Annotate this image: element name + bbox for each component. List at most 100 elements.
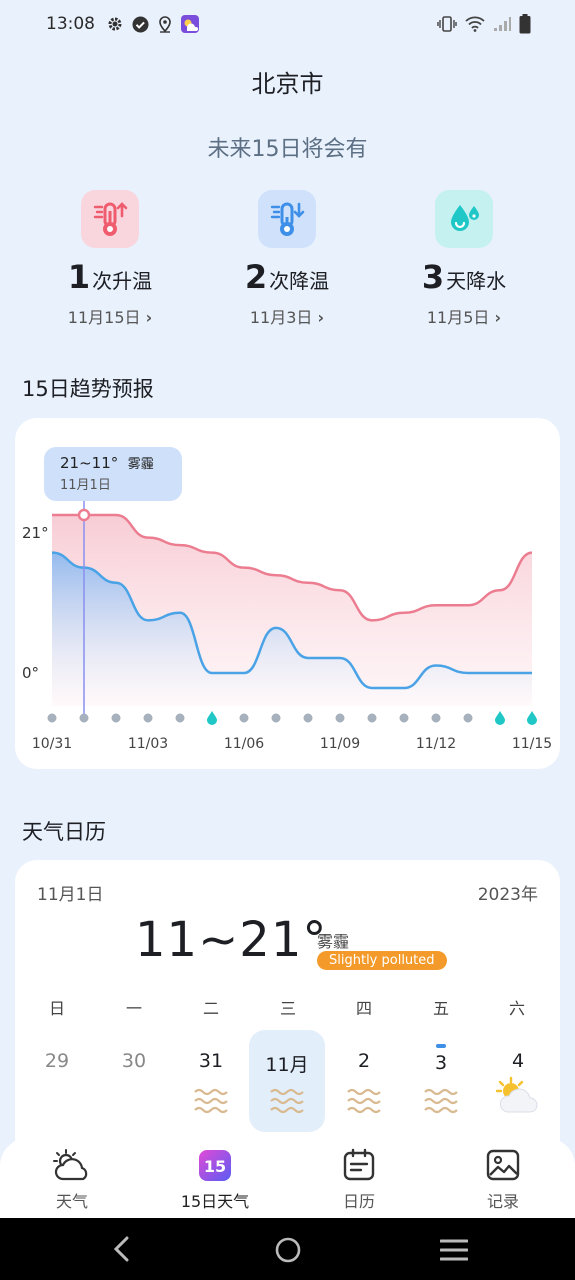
menu-icon[interactable] (440, 1238, 468, 1262)
haze-icon (270, 1088, 304, 1114)
back-icon[interactable] (110, 1236, 134, 1262)
rain-date: 11月5日 (426, 308, 490, 327)
warming-date: 11月15日 (67, 308, 141, 327)
tab-calendar[interactable]: 日历 (309, 1148, 409, 1212)
weekday-label: 日 (48, 999, 65, 1018)
day-number: 31 (198, 1050, 224, 1072)
calendar-card[interactable]: 11月1日 2023年 11~21° 雾霾 Slightly polluted … (15, 860, 560, 1160)
y-label-low: 0° (22, 664, 39, 682)
rain-drop-icon (495, 711, 505, 725)
app-notification-icon (181, 15, 199, 33)
tab-records[interactable]: 记录 (453, 1148, 553, 1212)
haze-icon (424, 1088, 458, 1114)
rain-label: 天降水 (446, 269, 507, 293)
calendar-day[interactable]: 30 (96, 1030, 172, 1132)
check-circle-icon (132, 16, 149, 32)
tab-15-day[interactable]: 15 15日天气 (165, 1148, 265, 1212)
chevron-right-icon: › (317, 308, 325, 327)
rain-drop-icon (207, 711, 217, 725)
thermometer-up-icon (81, 190, 139, 248)
day-dot (463, 713, 473, 723)
x-axis-label: 11/06 (224, 736, 264, 752)
settings-icon (108, 17, 122, 31)
cooling-count: 2 (244, 258, 268, 296)
cooling-stat[interactable]: 2 次降温 11月3日 › (207, 190, 367, 328)
status-time: 13:08 (46, 14, 95, 34)
calendar-day[interactable]: 29 (19, 1030, 95, 1132)
tab-badge: 15 (204, 1157, 226, 1176)
system-nav-bar (0, 1218, 575, 1280)
day-dot (143, 713, 153, 723)
calendar-day[interactable]: 4 (480, 1030, 556, 1132)
tab-15-day-label: 15日天气 (180, 1192, 250, 1211)
x-axis-label: 11/09 (320, 736, 360, 752)
calendar-day[interactable]: 3 (403, 1030, 479, 1132)
calendar-condition: 雾霾 (317, 932, 350, 951)
tooltip-range: 21~11° (60, 454, 119, 472)
day-dot (111, 713, 121, 723)
day-dot (431, 713, 441, 723)
gallery-icon (486, 1149, 520, 1181)
warming-count: 1 (67, 258, 91, 296)
weekday-label: 二 (202, 999, 219, 1018)
day-number: 30 (121, 1050, 147, 1072)
city-title[interactable]: 北京市 (0, 64, 575, 99)
calendar-section-title: 天气日历 (22, 820, 106, 844)
battery-icon (519, 14, 531, 34)
water-drop-icon (435, 190, 493, 248)
x-axis-label: 11/03 (128, 736, 168, 752)
warming-label: 次升温 (92, 269, 153, 293)
tab-weather-label: 天气 (55, 1192, 88, 1211)
day-dot (175, 713, 185, 723)
day-dot (239, 713, 249, 723)
calendar-day-selected[interactable]: 11月 (249, 1030, 325, 1132)
day-number: 4 (511, 1050, 525, 1072)
tooltip-condition: 雾霾 (127, 457, 154, 472)
rain-drop-icon (527, 711, 537, 725)
chevron-right-icon: › (145, 308, 153, 327)
day-number: 11月 (265, 1054, 309, 1076)
summary-title: 未来15日将会有 (207, 137, 368, 162)
selected-point (77, 508, 91, 522)
x-axis-label: 10/31 (32, 736, 72, 752)
weekday-label: 一 (125, 999, 142, 1018)
thermometer-down-icon (258, 190, 316, 248)
location-icon (159, 15, 171, 33)
day-dot (399, 713, 409, 723)
y-label-high: 21° (22, 524, 49, 542)
trend-section-title: 15日趋势预报 (22, 377, 154, 401)
rain-stat[interactable]: 3 天降水 11月5日 › (384, 190, 544, 328)
vibrate-icon (437, 16, 457, 32)
partly-cloudy-icon (495, 1076, 538, 1113)
chart-tooltip: 21~11° 雾霾 11月1日 (44, 447, 182, 501)
status-bar: 13:08 (0, 0, 575, 48)
tab-weather[interactable]: 天气 (22, 1148, 122, 1212)
calendar-day[interactable]: 31 (173, 1030, 249, 1132)
weekday-label: 四 (355, 999, 372, 1018)
day-number: 3 (434, 1052, 448, 1074)
calendar-year[interactable]: 2023年 (478, 880, 538, 905)
cooling-label: 次降温 (269, 269, 330, 293)
calendar-icon (343, 1148, 375, 1181)
day-dot (79, 713, 89, 723)
haze-icon (194, 1088, 228, 1114)
haze-icon (347, 1088, 381, 1114)
rain-count: 3 (421, 258, 445, 296)
signal-icon (494, 17, 511, 31)
weekday-label: 六 (508, 999, 525, 1018)
day-dot (335, 713, 345, 723)
rain-marker (436, 1044, 446, 1048)
weather-cloud-icon (53, 1149, 88, 1181)
warming-stat[interactable]: 1 次升温 11月15日 › (30, 190, 190, 328)
day-dot (47, 713, 57, 723)
calendar-day[interactable]: 2 (326, 1030, 402, 1132)
weekday-label: 五 (432, 999, 449, 1018)
bottom-tab-bar: 天气 15 15日天气 日历 记录 (0, 1138, 575, 1218)
day-number: 29 (44, 1050, 70, 1072)
day-dot (271, 713, 281, 723)
tab-calendar-label: 日历 (342, 1192, 375, 1211)
home-icon[interactable] (274, 1236, 302, 1264)
cooling-date: 11月3日 (249, 308, 313, 327)
trend-card[interactable]: 21° 0° 10/31 11/03 11/06 11/09 11/12 11/15 21… (15, 418, 560, 769)
day-dot (367, 713, 377, 723)
